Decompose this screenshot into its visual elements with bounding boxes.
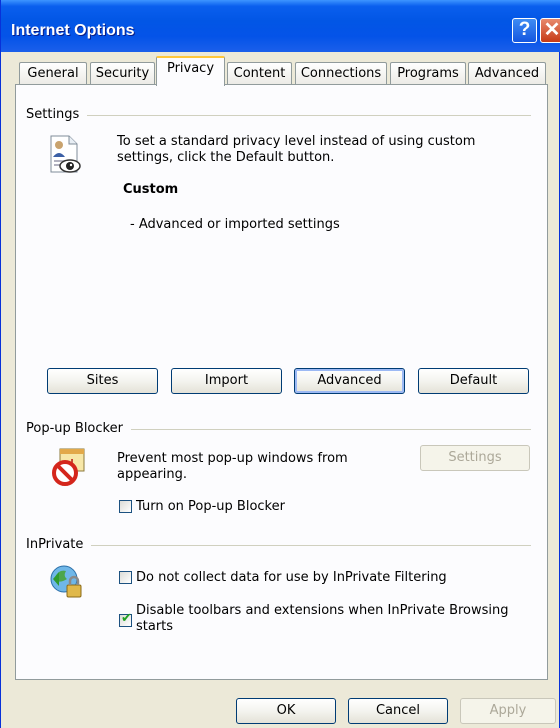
popup-blocker-icon: ! — [52, 448, 86, 486]
help-icon[interactable]: ? — [512, 18, 537, 43]
window-title: Internet Options — [11, 22, 135, 39]
tab-security[interactable]: Security — [90, 62, 155, 84]
inprivate-group-divider — [26, 545, 531, 546]
disable-toolbars-label-line-2[interactable]: starts — [136, 619, 173, 635]
close-icon[interactable]: ✕ — [540, 18, 560, 43]
tab-content[interactable]: Content — [227, 62, 292, 84]
popup-blocker-description-line-2: appearing. — [117, 467, 188, 482]
checkmark-icon: ✔ — [121, 611, 132, 626]
import-button[interactable]: Import — [171, 368, 282, 394]
privacy-level-name: Custom — [123, 182, 179, 197]
inprivate-group-label: InPrivate — [26, 537, 92, 552]
popup-settings-button[interactable]: Settings — [420, 445, 530, 471]
internet-options-window: Internet Options ? ✕ General Security Pr… — [0, 0, 560, 728]
inprivate-filtering-label[interactable]: Do not collect data for use by InPrivate… — [136, 570, 447, 586]
popup-blocker-description-line-1: Prevent most pop-up windows from — [117, 451, 348, 466]
popup-blocker-checkbox-label[interactable]: Turn on Pop-up Blocker — [136, 499, 285, 515]
cancel-button[interactable]: Cancel — [348, 698, 448, 724]
disable-toolbars-label-line-1[interactable]: Disable toolbars and extensions when InP… — [136, 603, 509, 619]
default-button[interactable]: Default — [418, 368, 529, 394]
privacy-document-eye-icon — [48, 135, 82, 175]
ok-button[interactable]: OK — [236, 698, 336, 724]
title-bar[interactable]: Internet Options ? ✕ — [1, 0, 560, 52]
settings-description-line-1: To set a standard privacy level instead … — [117, 134, 476, 149]
apply-button[interactable]: Apply — [460, 698, 556, 724]
settings-description-line-2: settings, click the Default button. — [117, 150, 335, 165]
tab-advanced[interactable]: Advanced — [468, 62, 546, 84]
privacy-panel: Settings To set a standard privacy level… — [15, 84, 548, 680]
tab-general[interactable]: General — [19, 62, 87, 84]
sites-button[interactable]: Sites — [47, 368, 158, 394]
inprivate-lock-icon — [49, 564, 85, 600]
disable-toolbars-checkbox[interactable]: ✔ — [119, 611, 132, 627]
inprivate-filtering-checkbox[interactable] — [119, 571, 132, 584]
popup-blocker-checkbox[interactable] — [119, 500, 132, 513]
tab-connections[interactable]: Connections — [295, 62, 387, 84]
settings-group-label: Settings — [26, 107, 88, 122]
advanced-button[interactable]: Advanced — [294, 368, 405, 394]
settings-group-divider — [26, 115, 531, 116]
tab-programs[interactable]: Programs — [390, 62, 466, 84]
tab-privacy[interactable]: Privacy — [156, 56, 225, 86]
popup-blocker-group-label: Pop-up Blocker — [26, 421, 131, 436]
privacy-level-detail: - Advanced or imported settings — [130, 217, 340, 232]
